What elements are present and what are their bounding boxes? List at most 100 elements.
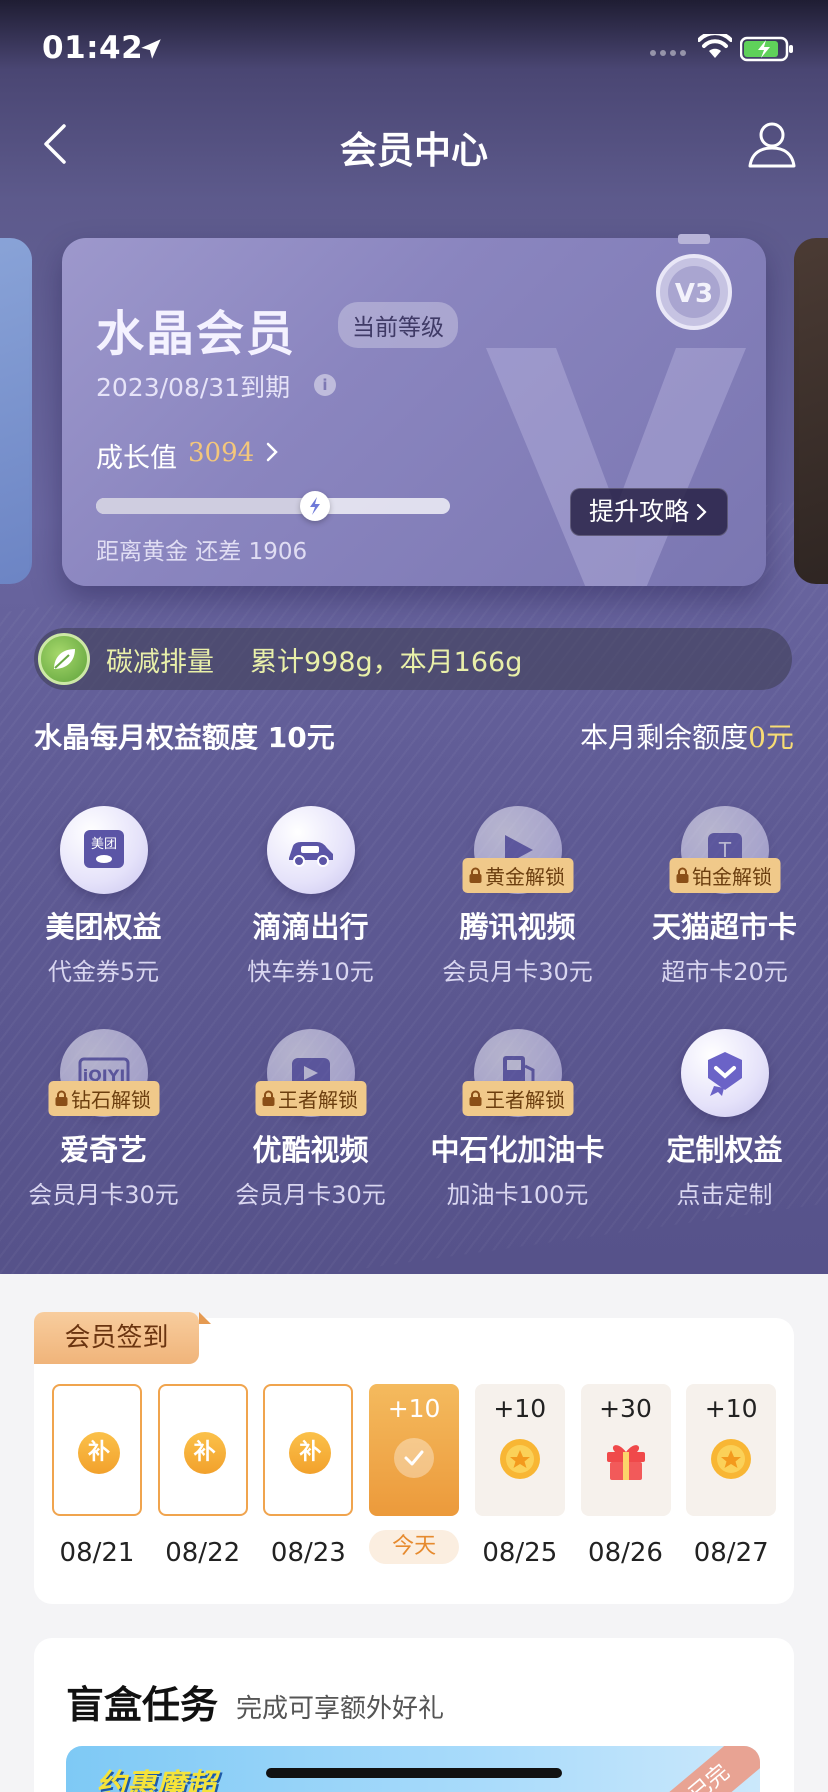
upgrade-guide-label: 提升攻略 bbox=[589, 497, 690, 526]
page-title: 会员中心 bbox=[340, 129, 488, 172]
lock-icon bbox=[468, 1087, 482, 1111]
benefit-title: 天猫超市卡 bbox=[651, 910, 797, 944]
checkin-points: +10 bbox=[493, 1394, 547, 1423]
checkin-day[interactable]: 补 08/23 bbox=[263, 1384, 354, 1568]
expiry-date: 2023/08/31到期 bbox=[96, 373, 291, 402]
v3-medal-icon: V3 bbox=[656, 234, 732, 330]
checkin-day[interactable]: +10 08/25 bbox=[474, 1384, 565, 1568]
growth-label[interactable]: 成长值 bbox=[96, 436, 177, 475]
car-icon bbox=[266, 806, 355, 894]
wifi-icon bbox=[698, 34, 732, 58]
checkin-day[interactable]: +10 08/27 bbox=[686, 1384, 777, 1568]
checkin-day-box: +30 bbox=[580, 1384, 671, 1516]
benefit-subtitle: 加油卡100元 bbox=[446, 1181, 589, 1209]
growth-value[interactable]: 3094 bbox=[188, 438, 254, 468]
benefit-subtitle: 会员月卡30元 bbox=[442, 958, 593, 986]
checkin-points: +30 bbox=[599, 1394, 652, 1423]
benefit-title: 定制权益 bbox=[666, 1133, 783, 1167]
cellular-signal-icon bbox=[650, 50, 686, 56]
benefit-item[interactable]: 滴滴出行 快车券10元 bbox=[207, 806, 414, 987]
benefit-subtitle: 超市卡20元 bbox=[661, 958, 788, 986]
chevron-right-icon[interactable] bbox=[262, 438, 282, 466]
checkin-date: 08/27 bbox=[693, 1538, 769, 1568]
checkmark-icon bbox=[394, 1438, 435, 1478]
svg-text:美团: 美团 bbox=[90, 837, 116, 852]
makeup-checkin-icon: 补 bbox=[289, 1432, 332, 1474]
checkin-day-box: +10 bbox=[369, 1384, 460, 1516]
next-level-card[interactable] bbox=[794, 238, 828, 584]
benefit-item[interactable]: 黄金解锁腾讯视频会员月卡30元 bbox=[414, 806, 621, 987]
lock-tag: 黄金解锁 bbox=[462, 858, 573, 893]
upgrade-guide-button[interactable]: 提升攻略 bbox=[570, 488, 729, 536]
coin-icon bbox=[710, 1438, 752, 1480]
coin-icon bbox=[499, 1438, 541, 1480]
benefit-item[interactable]: 王者解锁 中石化加油卡 加油卡100元 bbox=[414, 1029, 621, 1210]
benefit-item[interactable]: 王者解锁 优酷视频 会员月卡30元 bbox=[207, 1029, 414, 1210]
checkin-day[interactable]: 补 08/22 bbox=[157, 1384, 248, 1568]
battery-icon bbox=[740, 36, 793, 62]
checkin-day-box: +10 bbox=[686, 1384, 777, 1516]
checkin-tab: 会员签到 bbox=[34, 1312, 211, 1364]
makeup-checkin-icon: 补 bbox=[183, 1432, 226, 1474]
benefit-title: 美团权益 bbox=[45, 910, 162, 944]
leaf-icon bbox=[38, 633, 90, 685]
growth-progress-fill bbox=[96, 498, 316, 514]
benefit-item[interactable]: 美团 美团权益 代金券5元 bbox=[0, 806, 207, 987]
checkin-day[interactable]: +30 08/26 bbox=[580, 1384, 671, 1568]
makeup-checkin-icon: 补 bbox=[78, 1432, 120, 1474]
growth-progress-bar bbox=[96, 491, 450, 521]
today-label: 今天 bbox=[369, 1530, 460, 1564]
lock-tag: 铂金解锁 bbox=[669, 858, 780, 893]
benefit-subtitle: 快车券10元 bbox=[247, 958, 374, 986]
benefit-title: 中石化加油卡 bbox=[430, 1133, 605, 1167]
status-time: 01:42 bbox=[42, 30, 144, 66]
info-icon[interactable]: i bbox=[314, 374, 336, 396]
lock-tag-label: 钻石解锁 bbox=[71, 1088, 151, 1112]
chevron-right-icon bbox=[696, 503, 707, 521]
level-name: 水晶会员 bbox=[96, 306, 297, 362]
current-level-badge: 当前等级 bbox=[338, 302, 458, 348]
checkin-day-box: 补 bbox=[263, 1384, 354, 1516]
checkin-date: 08/22 bbox=[165, 1538, 241, 1568]
lock-tag-label: 黄金解锁 bbox=[485, 865, 565, 889]
checkin-card: 会员签到 补 08/21 补 08/22 补 08/23 +10 今天 +10 08/25 +30 0… bbox=[34, 1312, 794, 1604]
meituan-icon: 美团 bbox=[59, 806, 148, 894]
remaining-quota: 本月剩余额度0元 bbox=[580, 721, 794, 754]
checkin-day[interactable]: +10 今天 bbox=[369, 1384, 460, 1564]
location-arrow-icon bbox=[141, 39, 161, 59]
monthly-quota: 水晶每月权益额度 10元 bbox=[34, 721, 335, 754]
lock-tag: 王者解锁 bbox=[255, 1081, 366, 1116]
benefit-item[interactable]: T 铂金解锁 天猫超市卡 超市卡20元 bbox=[621, 806, 828, 987]
lock-tag-label: 铂金解锁 bbox=[692, 865, 772, 889]
lock-icon bbox=[261, 1087, 275, 1111]
benefit-title: 腾讯视频 bbox=[459, 910, 576, 944]
checkin-date: 08/26 bbox=[588, 1538, 663, 1568]
benefit-item[interactable]: iQIYI 钻石解锁 爱奇艺 会员月卡30元 bbox=[0, 1029, 207, 1210]
profile-icon[interactable] bbox=[746, 118, 798, 170]
lock-tag: 钻石解锁 bbox=[48, 1081, 159, 1116]
checkin-date: 08/23 bbox=[270, 1538, 346, 1568]
carbon-reduction-bar[interactable]: 碳减排量 累计998g，本月166g bbox=[34, 628, 792, 690]
home-indicator bbox=[266, 1768, 562, 1778]
prev-level-card[interactable] bbox=[0, 238, 32, 584]
checkin-day[interactable]: 补 08/21 bbox=[52, 1384, 142, 1568]
blind-box-subtitle: 完成可享额外好礼 bbox=[236, 1694, 445, 1724]
benefit-title: 爱奇艺 bbox=[59, 1133, 147, 1167]
carbon-value: 累计998g，本月166g bbox=[250, 646, 523, 678]
gap-to-next-level: 距离黄金 还差 1906 bbox=[96, 539, 308, 565]
gift-icon bbox=[603, 1436, 649, 1482]
checkin-date: 08/25 bbox=[482, 1538, 558, 1568]
lock-tag-label: 王者解锁 bbox=[278, 1088, 358, 1112]
lock-icon bbox=[468, 864, 482, 888]
benefit-title: 优酷视频 bbox=[252, 1133, 369, 1167]
lock-icon bbox=[675, 864, 689, 888]
checkin-date: 08/21 bbox=[59, 1538, 135, 1568]
checkin-day-box: +10 bbox=[474, 1384, 565, 1516]
completed-ribbon: 已完 bbox=[628, 1746, 760, 1792]
custom-badge-icon bbox=[680, 1029, 769, 1117]
carbon-label: 碳减排量 bbox=[106, 646, 214, 678]
blind-box-title: 盲盒任务 bbox=[66, 1683, 219, 1727]
benefit-item[interactable]: 定制权益 点击定制 bbox=[621, 1029, 828, 1210]
medal-label: V3 bbox=[675, 279, 713, 309]
lightning-icon bbox=[300, 491, 331, 521]
